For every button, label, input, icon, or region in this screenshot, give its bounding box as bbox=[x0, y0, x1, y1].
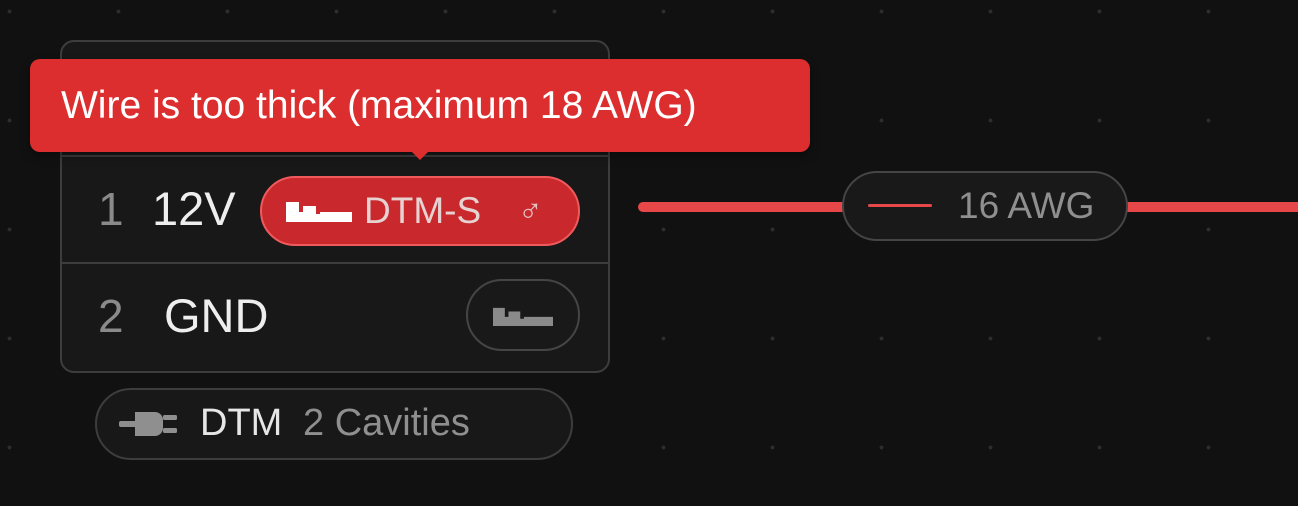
wire-gauge-label: 16 AWG bbox=[958, 185, 1095, 226]
tooltip-arrow bbox=[411, 151, 429, 160]
housing-badge[interactable]: DTM 2 Cavities bbox=[95, 388, 573, 460]
pin-number: 2 bbox=[98, 290, 124, 342]
terminal-badge-error[interactable]: DTM-S ♂ bbox=[260, 176, 580, 246]
error-tooltip: Wire is too thick (maximum 18 AWG) bbox=[30, 59, 810, 160]
pin-label: 12V bbox=[152, 182, 236, 235]
terminal-select-button[interactable] bbox=[466, 279, 580, 351]
terminal-icon bbox=[493, 307, 553, 326]
pin-number: 1 bbox=[98, 183, 124, 235]
pin-label: GND bbox=[164, 289, 269, 342]
terminal-icon bbox=[286, 202, 352, 222]
wire-gauge-badge[interactable]: 16 AWG bbox=[842, 171, 1128, 241]
tooltip-message: Wire is too thick (maximum 18 AWG) bbox=[61, 84, 697, 127]
male-symbol-icon: ♂ bbox=[518, 192, 543, 229]
pin-row[interactable]: 2 GND bbox=[62, 262, 608, 369]
pin-row[interactable]: 1 12V DTM-S ♂ bbox=[62, 155, 608, 262]
housing-name: DTM bbox=[200, 402, 283, 444]
wire-color-icon bbox=[868, 204, 932, 207]
terminal-name: DTM-S bbox=[364, 190, 482, 231]
plug-icon bbox=[119, 412, 177, 436]
housing-cavities: 2 Cavities bbox=[303, 402, 470, 444]
